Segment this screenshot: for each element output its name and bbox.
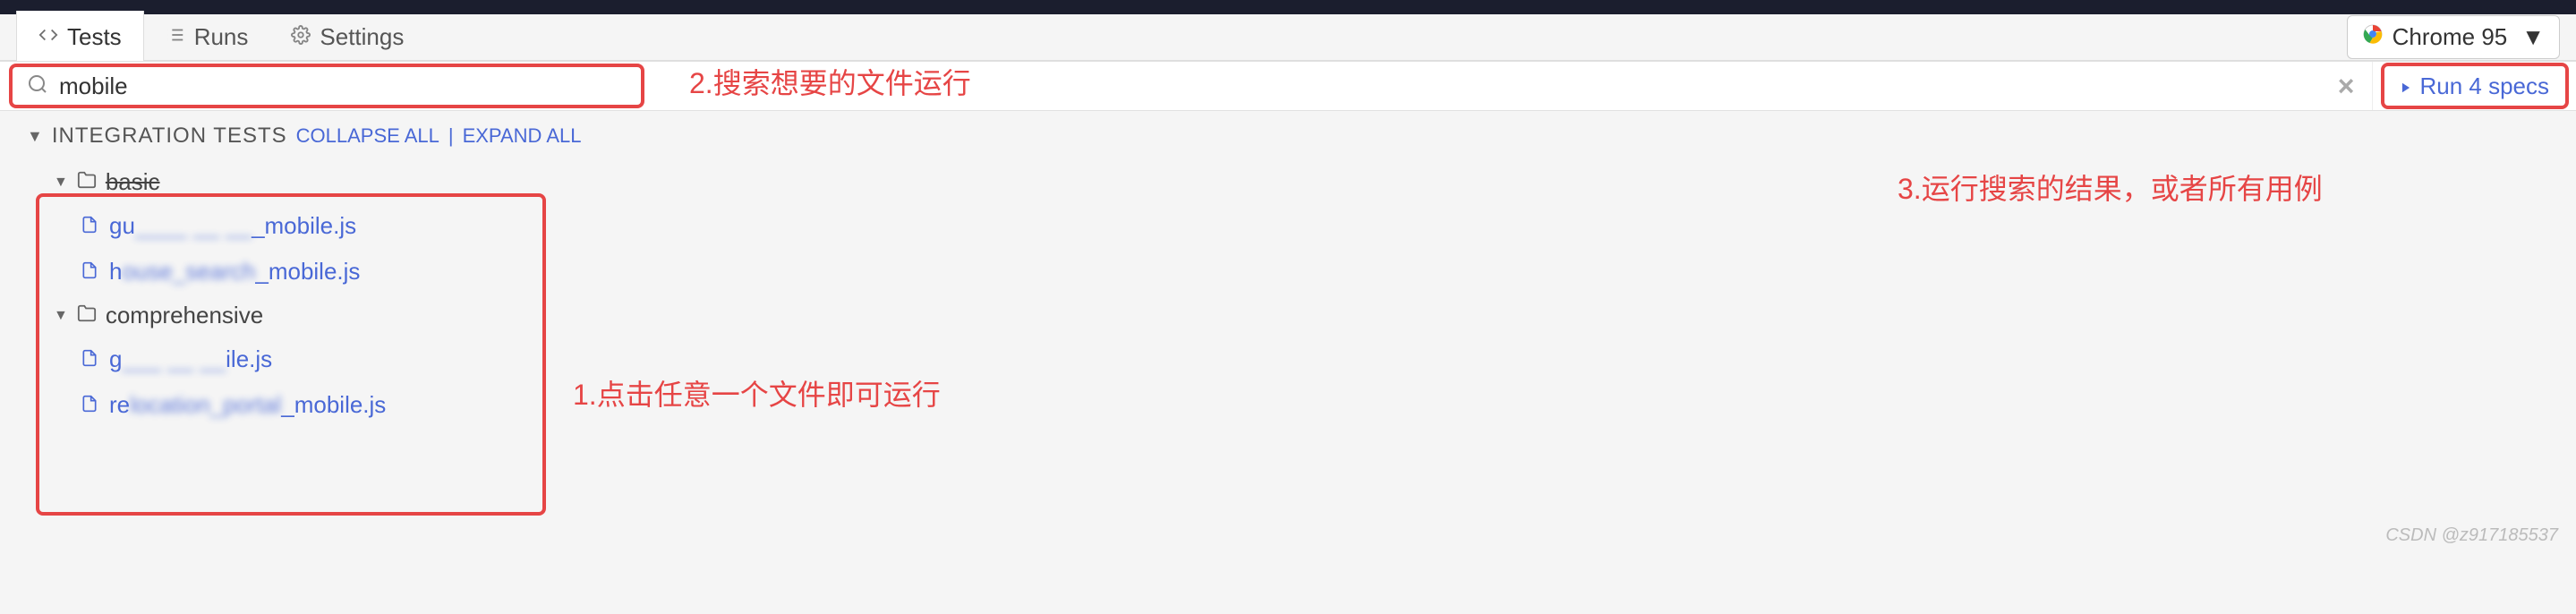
- file-icon: [81, 212, 98, 240]
- folder-open-icon: [77, 168, 97, 196]
- play-icon: [2400, 72, 2412, 100]
- folder-name: comprehensive: [106, 302, 263, 329]
- file-name: gu____ __ ___mobile.js: [109, 212, 356, 240]
- folder-open-icon: [77, 302, 97, 329]
- chrome-icon: [2362, 23, 2384, 51]
- file-icon: [81, 345, 98, 373]
- file-item[interactable]: g___ __ __ile.js: [54, 337, 2576, 382]
- file-name: g___ __ __ile.js: [109, 345, 272, 373]
- file-item[interactable]: gu____ __ ___mobile.js: [54, 203, 2576, 249]
- caret-down-icon[interactable]: ▼: [27, 127, 43, 146]
- expand-all-link[interactable]: EXPAND ALL: [463, 124, 582, 148]
- integration-title: INTEGRATION TESTS: [52, 124, 287, 149]
- file-tree: ▼ basic gu____ __ ___mobile.js house_sea…: [0, 161, 2576, 428]
- tab-label: Tests: [67, 23, 122, 51]
- collapse-all-link[interactable]: COLLAPSE ALL: [296, 124, 439, 148]
- file-item[interactable]: relocation_portal_mobile.js: [54, 382, 2576, 428]
- tab-runs[interactable]: Runs: [144, 11, 270, 64]
- file-name: relocation_portal_mobile.js: [109, 391, 386, 419]
- nav-bar: Tests Runs Settings Chrome 95 ▼: [0, 14, 2576, 61]
- run-specs-button[interactable]: Run 4 specs: [2372, 62, 2576, 110]
- clear-search-button[interactable]: ×: [2320, 70, 2373, 103]
- folder-name: basic: [106, 168, 160, 196]
- file-icon: [81, 391, 98, 419]
- caret-down-icon: ▼: [54, 175, 68, 191]
- integration-header: ▼ INTEGRATION TESTS COLLAPSE ALL | EXPAN…: [0, 111, 2576, 161]
- browser-label: Chrome 95: [2393, 23, 2508, 51]
- watermark: CSDN @z917185537: [2385, 525, 2558, 546]
- search-icon: [27, 73, 48, 99]
- folder-row[interactable]: ▼ comprehensive: [54, 294, 2576, 337]
- tab-settings[interactable]: Settings: [269, 11, 425, 64]
- tab-label: Settings: [320, 23, 404, 51]
- search-bar: × Run 4 specs: [0, 61, 2576, 111]
- list-icon: [166, 23, 185, 51]
- file-item[interactable]: house_search_mobile.js: [54, 249, 2576, 294]
- code-icon: [38, 23, 58, 51]
- caret-down-icon: ▼: [2521, 23, 2545, 51]
- tab-tests[interactable]: Tests: [16, 11, 144, 64]
- run-specs-label: Run 4 specs: [2419, 72, 2549, 100]
- tab-label: Runs: [194, 23, 249, 51]
- folder-row[interactable]: ▼ basic: [54, 161, 2576, 203]
- search-input[interactable]: [59, 72, 2320, 100]
- gear-icon: [291, 23, 311, 51]
- file-icon: [81, 258, 98, 286]
- browser-selector[interactable]: Chrome 95 ▼: [2347, 15, 2560, 59]
- caret-down-icon: ▼: [54, 308, 68, 324]
- file-name: house_search_mobile.js: [109, 258, 360, 286]
